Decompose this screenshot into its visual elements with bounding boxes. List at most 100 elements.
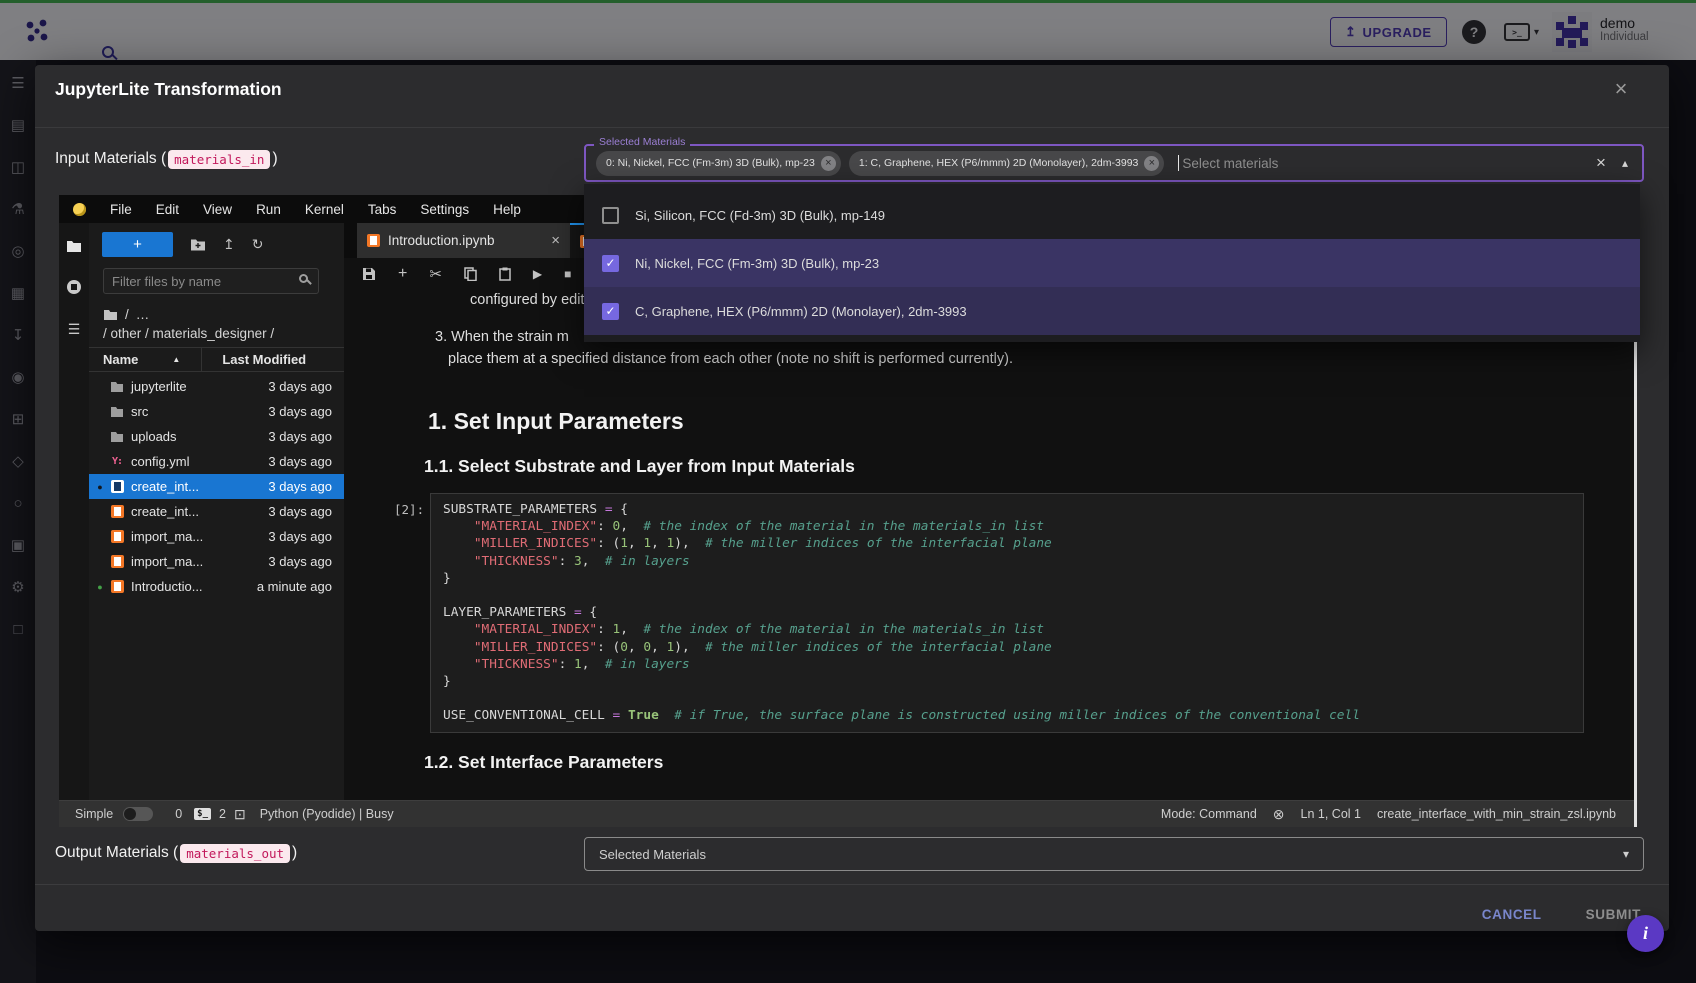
file-name: create_int... [131,479,199,494]
lightbulb-icon[interactable] [73,203,86,216]
kernel-status[interactable]: Python (Pyodide) | Busy [260,807,394,821]
dialog-title: JupyterLite Transformation [55,79,282,100]
menu-edit[interactable]: Edit [156,202,179,217]
materials-out-code-chip: materials_out [180,844,290,863]
cursor-position[interactable]: Ln 1, Col 1 [1301,807,1361,821]
file-modified: 3 days ago [268,429,332,444]
copy-cells-icon[interactable] [464,267,477,281]
file-name: import_ma... [131,554,203,569]
jupyter-statusbar: Simple 0 $_ 2 ⊡ Python (Pyodide) | Busy … [59,800,1634,827]
column-last-modified[interactable]: Last Modified [222,352,306,367]
jupyter-activity-bar: ☰ [59,223,89,800]
cut-cells-icon[interactable]: ✂ [429,265,442,283]
menu-file[interactable]: File [110,202,132,217]
tab-introduction-ipynb[interactable]: Introduction.ipynb × [357,223,570,258]
trust-shield-icon[interactable]: ⊗ [1273,806,1285,823]
breadcrumb[interactable]: / … [103,307,149,322]
refresh-icon[interactable]: ↻ [252,236,264,253]
add-cell-icon[interactable]: + [398,265,407,283]
kernel-chip-icon[interactable]: ⊡ [234,806,246,823]
input-materials-label: Input Materials (materials_in) [55,147,278,171]
menu-settings[interactable]: Settings [420,202,469,217]
filter-files-input[interactable] [103,268,319,294]
collapse-caret-icon[interactable]: ▴ [1622,156,1628,170]
breadcrumb-path[interactable]: / other / materials_designer / [103,326,274,341]
header-divider [35,127,1669,128]
folder-icon [107,406,127,418]
folder-icon [107,381,127,393]
jupyter-file-browser: + ↥ ↻ / … / other / materials_designer /… [89,223,344,800]
new-folder-icon[interactable] [190,238,206,251]
material-chip[interactable]: 1: C, Graphene, HEX (P6/mmm) 2D (Monolay… [849,151,1165,176]
output-select-placeholder: Selected Materials [599,847,706,862]
dropdown-caret-icon: ▾ [1623,847,1629,861]
notebook-content[interactable]: configured by edit 3. When the strain m … [344,290,1634,800]
stop-kernel-icon[interactable]: ■ [564,267,571,281]
file-modified: 3 days ago [268,379,332,394]
info-fab-button[interactable]: i [1627,915,1664,952]
file-list-header[interactable]: Name ▲ Last Modified [89,347,344,372]
running-kernels-icon[interactable] [66,279,82,295]
chip-delete-icon[interactable]: × [1144,156,1159,171]
breadcrumb-ellipsis[interactable]: … [136,307,150,322]
menu-kernel[interactable]: Kernel [305,202,344,217]
checkbox-checked-icon[interactable]: ✓ [602,303,619,320]
simple-mode-toggle[interactable] [123,807,153,821]
dropdown-option[interactable]: ✓ C, Graphene, HEX (P6/mmm) 2D (Monolayer… [584,287,1640,335]
file-row[interactable]: ●create_int...3 days ago [89,474,344,499]
home-folder-icon[interactable] [103,309,118,321]
file-row[interactable]: src3 days ago [89,399,344,424]
option-label: C, Graphene, HEX (P6/mmm) 2D (Monolayer)… [635,304,967,319]
run-cell-icon[interactable]: ▶ [533,267,542,281]
clear-selection-icon[interactable]: × [1596,153,1606,173]
table-of-contents-icon[interactable]: ☰ [68,321,81,338]
new-launcher-button[interactable]: + [102,232,173,257]
terminal-badge-icon[interactable]: $_ [194,808,211,820]
checkbox-unchecked-icon[interactable] [602,207,619,224]
file-modified: 3 days ago [268,504,332,519]
material-chip-label: 1: C, Graphene, HEX (P6/mmm) 2D (Monolay… [859,157,1139,169]
heading-select-substrate: 1.1. Select Substrate and Layer from Inp… [424,456,855,477]
close-tab-icon[interactable]: × [551,232,560,249]
menu-help[interactable]: Help [493,202,521,217]
file-row[interactable]: Y:config.yml3 days ago [89,449,344,474]
cancel-button[interactable]: CANCEL [1482,907,1542,922]
checkbox-checked-icon[interactable]: ✓ [602,255,619,272]
dropdown-option[interactable]: Si, Silicon, FCC (Fd-3m) 3D (Bulk), mp-1… [584,191,1640,239]
code-line: "MILLER_INDICES": (0, 0, 1), # the mille… [443,639,1571,656]
file-browser-icon[interactable] [66,239,82,253]
file-modified: 3 days ago [268,454,332,469]
output-materials-select[interactable]: Selected Materials ▾ [584,837,1644,871]
code-line: "THICKNESS": 1, # in layers [443,656,1571,673]
code-line: "MATERIAL_INDEX": 1, # the index of the … [443,621,1571,638]
file-modified: 3 days ago [268,529,332,544]
page: ↥ UPGRADE ? >_ ▾ demo Individual ☰▤◫⚗◎▦↧… [0,0,1696,983]
green-status-dot: ● [93,582,107,592]
menu-run[interactable]: Run [256,202,281,217]
kernel-count[interactable]: 2 [219,807,226,821]
menu-tabs[interactable]: Tabs [368,202,397,217]
file-row[interactable]: ●Introductio...a minute ago [89,574,344,599]
dropdown-option[interactable]: ✓Ni, Nickel, FCC (Fm-3m) 3D (Bulk), mp-2… [584,239,1640,287]
upload-icon[interactable]: ↥ [223,236,235,253]
material-chip[interactable]: 0: Ni, Nickel, FCC (Fm-3m) 3D (Bulk), mp… [596,151,841,176]
file-row[interactable]: jupyterlite3 days ago [89,374,344,399]
file-row[interactable]: import_ma...3 days ago [89,549,344,574]
column-name[interactable]: Name [103,352,138,367]
file-row[interactable]: import_ma...3 days ago [89,524,344,549]
terminal-count[interactable]: 0 [175,807,182,821]
menu-view[interactable]: View [203,202,232,217]
selected-materials-field-label: Selected Materials [594,136,690,148]
close-icon[interactable]: × [1607,75,1635,103]
paste-cells-icon[interactable] [499,267,511,281]
selected-materials-multiselect[interactable]: 0: Ni, Nickel, FCC (Fm-3m) 3D (Bulk), mp… [584,144,1644,182]
option-label: Si, Silicon, FCC (Fd-3m) 3D (Bulk), mp-1… [635,208,885,223]
file-row[interactable]: create_int...3 days ago [89,499,344,524]
code-cell[interactable]: SUBSTRATE_PARAMETERS = { "MATERIAL_INDEX… [430,493,1584,733]
sort-caret-icon[interactable]: ▲ [172,355,180,364]
save-icon[interactable] [362,267,376,281]
chip-delete-icon[interactable]: × [821,156,836,171]
mode-indicator[interactable]: Mode: Command [1161,807,1257,821]
select-placeholder[interactable]: Select materials [1178,155,1278,171]
file-row[interactable]: uploads3 days ago [89,424,344,449]
